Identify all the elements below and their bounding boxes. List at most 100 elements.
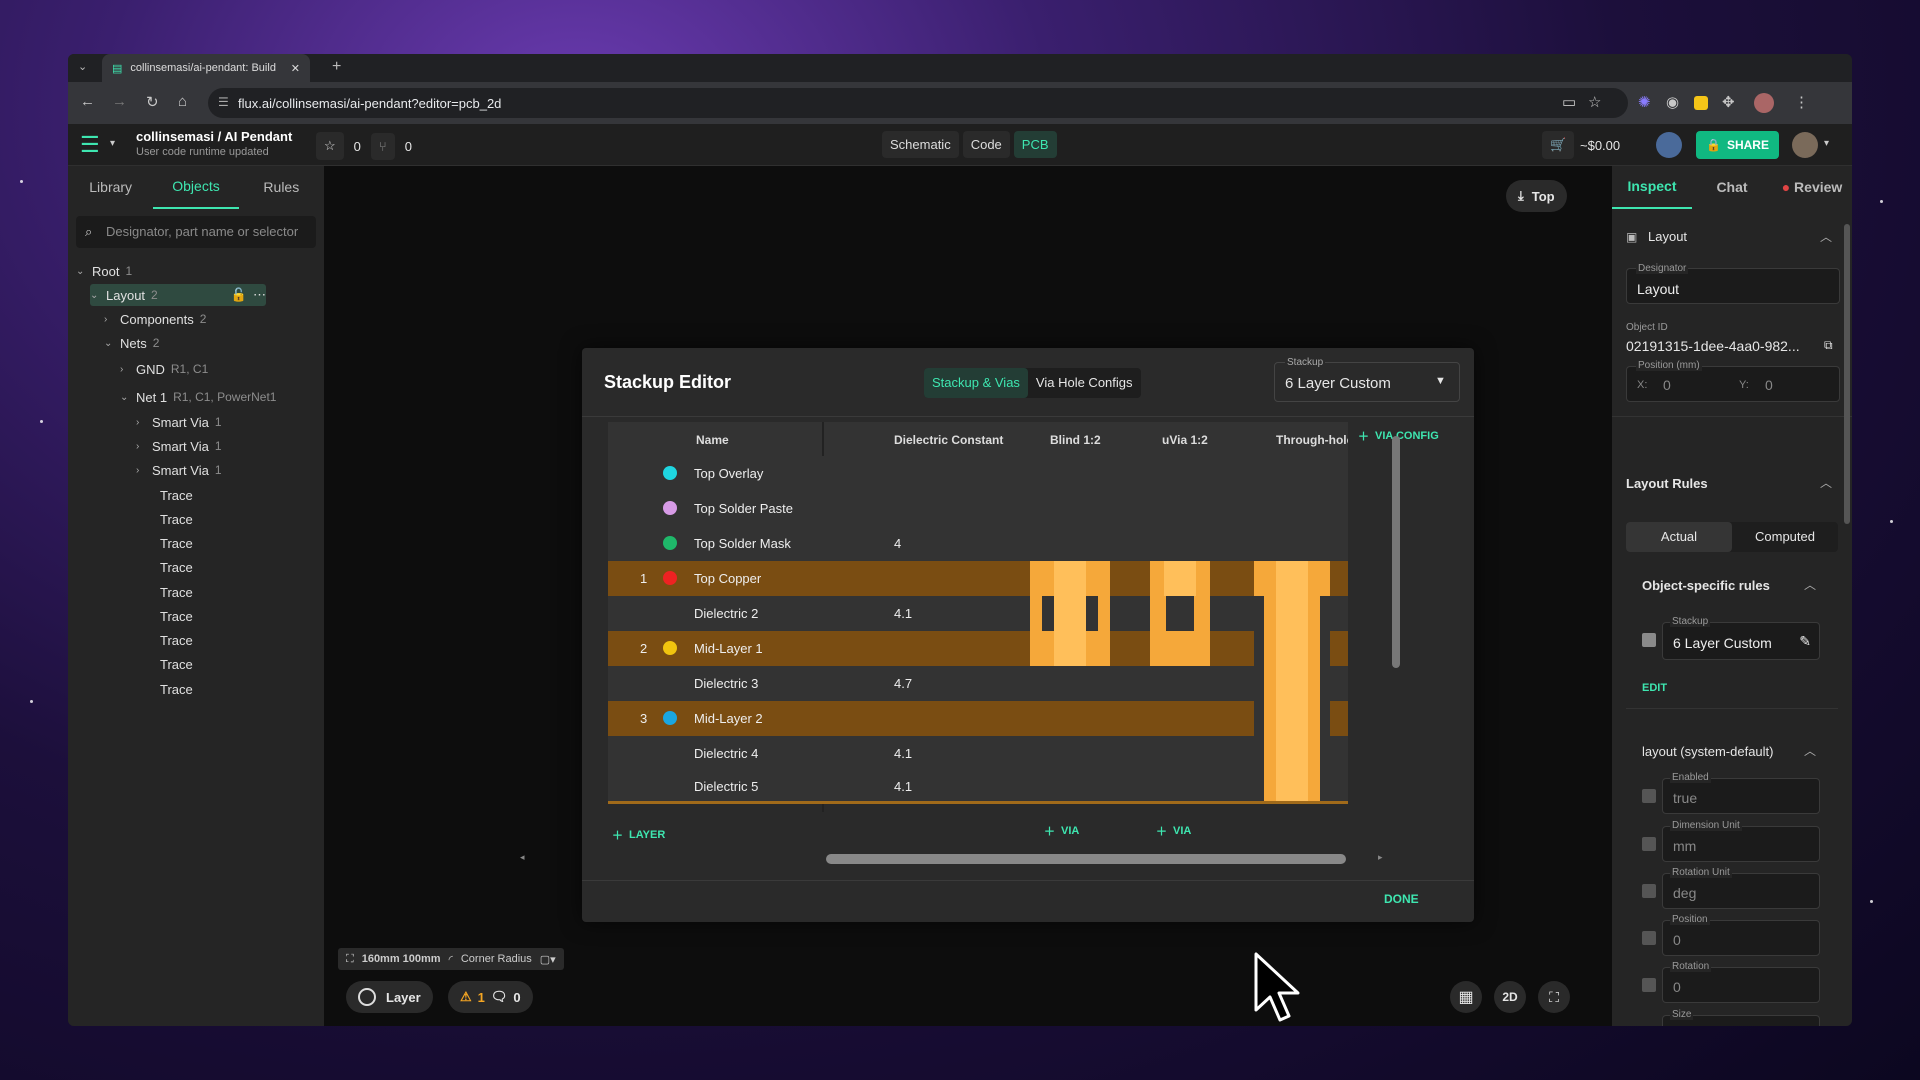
position-x-value[interactable]: 0 xyxy=(1663,377,1671,393)
tree-item-smart-via[interactable]: › Smart Via 1 xyxy=(136,411,222,433)
chevron-down-icon[interactable]: ⌄ xyxy=(90,290,100,301)
tab-chat[interactable]: Chat xyxy=(1692,166,1772,208)
tree-item-smart-via[interactable]: › Smart Via 1 xyxy=(136,435,222,457)
stackup-rule-checkbox[interactable] xyxy=(1642,633,1656,647)
dielectric-value[interactable]: 4.1 xyxy=(894,606,912,621)
user-avatar[interactable] xyxy=(1792,132,1818,158)
tree-item-trace[interactable]: Trace xyxy=(160,678,193,700)
chevron-down-icon[interactable]: ▢▾ xyxy=(540,953,556,966)
layer-selector[interactable]: Layer xyxy=(346,981,433,1013)
pencil-icon[interactable]: ✎ xyxy=(1799,633,1811,650)
table-row[interactable]: 2 Mid-Layer 1 xyxy=(608,631,1348,666)
collaborator-avatar[interactable] xyxy=(1656,132,1682,158)
vertical-scrollbar[interactable] xyxy=(1392,436,1400,668)
edit-link[interactable]: EDIT xyxy=(1642,682,1667,694)
chevron-right-icon[interactable]: › xyxy=(136,441,146,452)
view-2d-button[interactable]: 2D xyxy=(1494,981,1526,1013)
table-row[interactable]: Dielectric 3 4.7 xyxy=(608,666,1348,701)
tab-inspect[interactable]: Inspect xyxy=(1612,165,1692,209)
project-title[interactable]: collinsemasi / AI Pendant xyxy=(136,129,292,144)
tree-item-trace[interactable]: Trace xyxy=(160,508,193,530)
tree-item-trace[interactable]: Trace xyxy=(160,532,193,554)
tab-objects[interactable]: Objects xyxy=(153,165,239,209)
horizontal-scrollbar[interactable] xyxy=(826,854,1346,864)
object-search-input[interactable]: ⌕ Designator, part name or selector xyxy=(76,216,316,248)
dielectric-value[interactable]: 4.1 xyxy=(894,746,912,761)
tree-item-root[interactable]: ⌄ Root 1 xyxy=(76,260,132,282)
chevron-down-icon[interactable]: ▾ xyxy=(110,138,115,149)
tab-library[interactable]: Library xyxy=(68,166,153,208)
position-y-value[interactable]: 0 xyxy=(1765,377,1773,393)
add-layer-button[interactable]: ＋ LAYER xyxy=(612,827,665,843)
tree-item-gnd[interactable]: › GND R1, C1 xyxy=(120,358,208,380)
view-side-button[interactable]: ⤓ Top xyxy=(1506,180,1567,212)
star-icon[interactable]: ☆ xyxy=(316,132,344,160)
tree-item-trace[interactable]: Trace xyxy=(160,484,193,506)
flux-logo-icon[interactable]: ☰ xyxy=(80,132,100,158)
chevron-right-icon[interactable]: › xyxy=(120,364,130,375)
new-tab-icon[interactable]: + xyxy=(332,58,341,76)
tree-item-trace[interactable]: Trace xyxy=(160,653,193,675)
stackup-rule-field[interactable]: 6 Layer Custom ✎ xyxy=(1662,622,1820,660)
collapse-chevron-icon[interactable]: ︿ xyxy=(1804,742,1816,759)
computed-button[interactable]: Computed xyxy=(1732,522,1838,552)
tab-via-hole-configs[interactable]: Via Hole Configs xyxy=(1028,368,1141,398)
tab-list-chevron-icon[interactable]: ⌄ xyxy=(78,60,87,73)
add-uvia-button[interactable]: ＋ VIA xyxy=(1156,823,1191,839)
mode-schematic[interactable]: Schematic xyxy=(882,131,959,158)
tree-item-net1[interactable]: ⌄ Net 1 R1, C1, PowerNet1 xyxy=(120,386,276,408)
extension-icon[interactable] xyxy=(1694,96,1708,110)
url-bar[interactable]: ☰ flux.ai/collinsemasi/ai-pendant?editor… xyxy=(208,88,1628,118)
actual-button[interactable]: Actual xyxy=(1626,522,1732,552)
browser-tab[interactable]: ▤ collinsemasi/ai-pendant: Build ✕ xyxy=(102,54,310,82)
mode-pcb[interactable]: PCB xyxy=(1013,131,1057,158)
tree-item-trace[interactable]: Trace xyxy=(160,556,193,578)
chevron-down-icon[interactable]: ⌄ xyxy=(104,338,114,349)
table-row[interactable]: Dielectric 5 4.1 xyxy=(608,771,1348,801)
copy-icon[interactable]: ⧉ xyxy=(1824,338,1833,353)
table-row[interactable]: 3 Mid-Layer 2 xyxy=(608,701,1348,736)
extension-icon[interactable]: ◉ xyxy=(1666,93,1679,111)
stackup-select[interactable]: Stackup 6 Layer Custom ▼ xyxy=(1274,357,1460,402)
tree-item-trace[interactable]: Trace xyxy=(160,605,193,627)
close-tab-icon[interactable]: ✕ xyxy=(291,62,300,75)
table-row[interactable]: Top Overlay xyxy=(608,456,1348,491)
collapse-chevron-icon[interactable]: ︿ xyxy=(1820,228,1832,245)
dielectric-value[interactable]: 4 xyxy=(894,536,901,551)
chevron-down-icon[interactable]: ⌄ xyxy=(76,266,86,277)
extension-icon[interactable]: ✺ xyxy=(1638,93,1651,111)
browser-menu-icon[interactable]: ⋮ xyxy=(1794,93,1809,111)
bookmark-star-icon[interactable]: ☆ xyxy=(1588,93,1601,111)
chevron-right-icon[interactable]: › xyxy=(104,314,114,325)
scroll-right-icon[interactable]: ▸ xyxy=(1378,852,1383,863)
grid-icon[interactable]: ▦ xyxy=(1450,981,1482,1013)
table-row[interactable]: Top Solder Paste xyxy=(608,491,1348,526)
chevron-down-icon[interactable]: ⌄ xyxy=(120,392,130,403)
collapse-chevron-icon[interactable]: ︿ xyxy=(1820,474,1832,491)
chevron-right-icon[interactable]: › xyxy=(136,465,146,476)
tab-review[interactable]: ● Review xyxy=(1772,166,1852,208)
right-panel-scrollbar[interactable] xyxy=(1844,224,1850,524)
cart-icon[interactable]: 🛒 xyxy=(1542,131,1575,159)
table-row[interactable]: 1 Top Copper xyxy=(608,561,1348,596)
collapse-chevron-icon[interactable]: ︿ xyxy=(1804,576,1816,593)
scroll-left-icon[interactable]: ◂ xyxy=(520,852,525,863)
table-row[interactable]: Top Solder Mask 4 xyxy=(608,526,1348,561)
home-icon[interactable]: ⌂ xyxy=(178,93,187,110)
tab-stackup-vias[interactable]: Stackup & Vias xyxy=(924,368,1028,398)
cast-icon[interactable]: ▭ xyxy=(1562,93,1576,111)
dielectric-value[interactable]: 4.7 xyxy=(894,676,912,691)
position-field[interactable]: X: 0 Y: 0 xyxy=(1626,366,1840,402)
tree-item-smart-via[interactable]: › Smart Via 1 xyxy=(136,459,222,481)
unlock-icon[interactable]: 🔓 xyxy=(231,287,247,303)
more-options-icon[interactable]: ⋯ xyxy=(253,287,266,303)
table-row[interactable]: Dielectric 2 4.1 xyxy=(608,596,1348,631)
back-arrow-icon[interactable]: ← xyxy=(80,93,95,110)
tree-item-layout[interactable]: ⌄ Layout 2 🔓 ⋯ xyxy=(90,284,266,306)
done-button[interactable]: DONE xyxy=(1384,892,1419,906)
issues-indicator[interactable]: ⚠ 1 🗨 0 xyxy=(448,981,533,1013)
site-info-icon[interactable]: ☰ xyxy=(218,95,229,109)
tree-item-components[interactable]: › Components 2 xyxy=(104,308,206,330)
board-size-bar[interactable]: ⛶ 160mm 100mm ◜ Corner Radius ▢▾ xyxy=(338,948,564,970)
reload-icon[interactable]: ↻ xyxy=(146,93,159,111)
